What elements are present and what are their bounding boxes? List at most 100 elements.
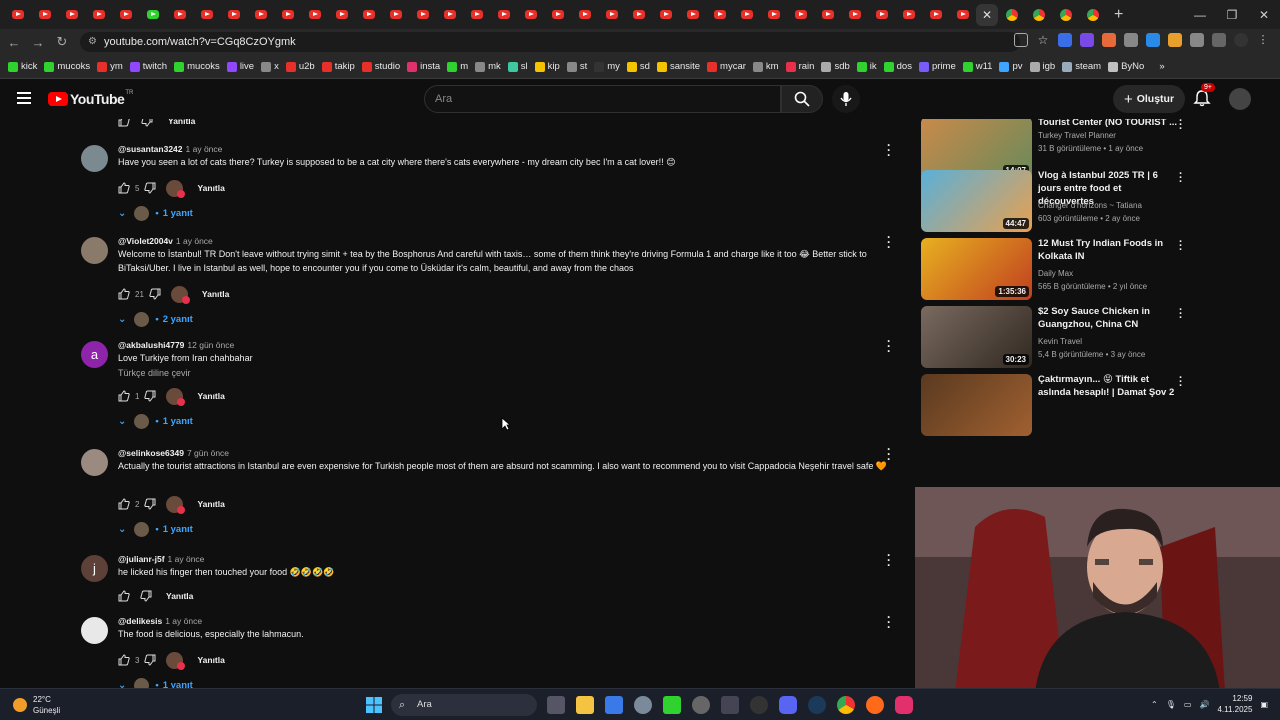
browser-tab[interactable] xyxy=(328,4,355,26)
comment-menu-icon[interactable]: · · · xyxy=(887,139,891,161)
app-icon[interactable] xyxy=(750,696,768,714)
extension-icon[interactable] xyxy=(1124,33,1138,47)
search-input[interactable]: Ara xyxy=(424,85,781,113)
comment-author[interactable]: @akbalushi4779 xyxy=(118,340,184,350)
extension-icon[interactable] xyxy=(1146,33,1160,47)
browser-tab[interactable] xyxy=(490,4,517,26)
browser-tab[interactable] xyxy=(409,4,436,26)
browser-tab[interactable] xyxy=(652,4,679,26)
recommended-video[interactable]: 1:35:36 12 Must Try Indian Foods in Kolka… xyxy=(921,237,1276,302)
browser-tab[interactable] xyxy=(247,4,274,26)
browser-tab[interactable] xyxy=(571,4,598,26)
razer-icon[interactable] xyxy=(663,696,681,714)
dislike-icon[interactable] xyxy=(139,590,152,602)
bookmark-item[interactable]: pv xyxy=(999,61,1023,72)
commenter-avatar[interactable] xyxy=(81,145,108,172)
close-tab-icon[interactable]: ✕ xyxy=(982,8,992,22)
bookmark-item[interactable]: ByNo xyxy=(1108,61,1144,72)
discord-icon[interactable] xyxy=(779,696,797,714)
comment-author[interactable]: @julianr-j5f xyxy=(118,554,165,564)
app-icon[interactable] xyxy=(692,696,710,714)
browser-tab[interactable] xyxy=(895,4,922,26)
browser-tab[interactable] xyxy=(814,4,841,26)
video-menu-icon[interactable]: ··· xyxy=(1179,169,1183,188)
video-thumbnail[interactable]: 30:23 xyxy=(921,306,1032,368)
bookmark-item[interactable]: m xyxy=(447,61,468,72)
browser-tab[interactable] xyxy=(733,4,760,26)
reply-button[interactable]: Yanıtla xyxy=(197,391,224,401)
view-replies-button[interactable]: ⌄ • 1 yanıt xyxy=(118,414,193,429)
commenter-avatar[interactable]: a xyxy=(81,341,108,368)
bookmark-item[interactable]: x xyxy=(261,61,279,72)
back-icon[interactable]: ← xyxy=(2,35,26,50)
commenter-avatar[interactable] xyxy=(81,237,108,264)
commenter-avatar[interactable]: j xyxy=(81,555,108,582)
account-avatar[interactable] xyxy=(1229,88,1251,110)
more-bookmarks-icon[interactable]: » xyxy=(1159,61,1164,72)
minimize-icon[interactable]: — xyxy=(1184,8,1216,22)
microphone-icon[interactable]: 🎙 xyxy=(1166,700,1176,709)
maximize-icon[interactable]: ❐ xyxy=(1216,8,1248,22)
channel-name[interactable]: Changer d'horizons ~ Tatiana xyxy=(1038,201,1142,210)
browser-tab[interactable] xyxy=(1025,4,1052,26)
channel-name[interactable]: Kevin Travel xyxy=(1038,337,1082,346)
extension-icon[interactable] xyxy=(1058,33,1072,47)
channel-name[interactable]: Turkey Travel Planner xyxy=(1038,131,1116,140)
instagram-icon[interactable] xyxy=(895,696,913,714)
file-explorer-icon[interactable] xyxy=(576,696,594,714)
comment-menu-icon[interactable]: · · · xyxy=(887,549,891,571)
browser-tab[interactable] xyxy=(355,4,382,26)
hamburger-icon[interactable] xyxy=(17,92,31,107)
bookmark-item[interactable]: rain xyxy=(785,61,814,72)
taskbar-search[interactable]: ⌕ Ara xyxy=(391,694,537,716)
bookmark-item[interactable]: mucoks xyxy=(174,61,220,72)
translate-link[interactable]: Türkçe diline çevir xyxy=(118,368,191,378)
dislike-icon[interactable] xyxy=(143,390,156,402)
profile-icon[interactable] xyxy=(1234,33,1248,47)
reply-button[interactable]: Yanıtla xyxy=(197,655,224,665)
comment-author[interactable]: @delikesis xyxy=(118,616,162,626)
browser-tab[interactable] xyxy=(949,4,976,26)
bookmark-item[interactable]: ym xyxy=(97,61,123,72)
video-title[interactable]: $2 Soy Sauce Chicken in Guangzhou, China… xyxy=(1038,305,1178,331)
youtube-logo[interactable]: YouTube TR xyxy=(48,90,133,107)
forward-icon[interactable]: → xyxy=(26,35,50,50)
bookmark-item[interactable]: studio xyxy=(361,61,400,72)
browser-tab[interactable] xyxy=(274,4,301,26)
browser-tab[interactable] xyxy=(1052,4,1079,26)
browser-tab[interactable] xyxy=(544,4,571,26)
commenter-avatar[interactable] xyxy=(81,617,108,644)
browser-tab[interactable] xyxy=(517,4,544,26)
bookmark-item[interactable]: live xyxy=(226,61,254,72)
comment-time[interactable]: 1 ay önce xyxy=(165,616,202,626)
commenter-avatar[interactable] xyxy=(81,449,108,476)
comment-time[interactable]: 1 ay önce xyxy=(186,144,223,154)
url-field[interactable]: ⚙ youtube.com/watch?v=CGq8CzOYgmk xyxy=(80,32,1020,52)
browser-tab[interactable] xyxy=(85,4,112,26)
network-icon[interactable]: ▭ xyxy=(1184,700,1192,709)
like-icon[interactable] xyxy=(118,498,131,510)
like-icon[interactable] xyxy=(118,182,131,194)
like-icon[interactable] xyxy=(118,288,131,300)
bookmark-item[interactable]: my xyxy=(594,61,620,72)
browser-tab[interactable] xyxy=(787,4,814,26)
new-tab-button[interactable]: + xyxy=(1114,6,1123,24)
like-icon[interactable] xyxy=(118,654,131,666)
dislike-icon[interactable] xyxy=(148,288,161,300)
extension-icon[interactable] xyxy=(1190,33,1204,47)
bookmark-item[interactable]: km xyxy=(752,61,779,72)
steam-icon[interactable] xyxy=(808,696,826,714)
task-view-icon[interactable] xyxy=(547,696,565,714)
video-thumbnail[interactable]: 44:47 xyxy=(921,170,1032,232)
recommended-video[interactable]: Çaktırmayın... 😝 Tiftik et aslında hesap… xyxy=(921,373,1276,438)
create-button[interactable]: + Oluştur xyxy=(1113,85,1185,113)
extension-icon[interactable] xyxy=(1080,33,1094,47)
comment-time[interactable]: 12 gün önce xyxy=(187,340,234,350)
browser-tab[interactable] xyxy=(463,4,490,26)
view-replies-button[interactable]: ⌄ • 1 yanıt xyxy=(118,678,193,688)
recommended-video[interactable]: 30:23 $2 Soy Sauce Chicken in Guangzhou, … xyxy=(921,305,1276,370)
bookmark-item[interactable]: sansite xyxy=(656,61,700,72)
comment-author[interactable]: @selinkose6349 xyxy=(118,448,184,458)
app-icon[interactable] xyxy=(721,696,739,714)
bookmark-item[interactable]: w11 xyxy=(962,61,992,72)
